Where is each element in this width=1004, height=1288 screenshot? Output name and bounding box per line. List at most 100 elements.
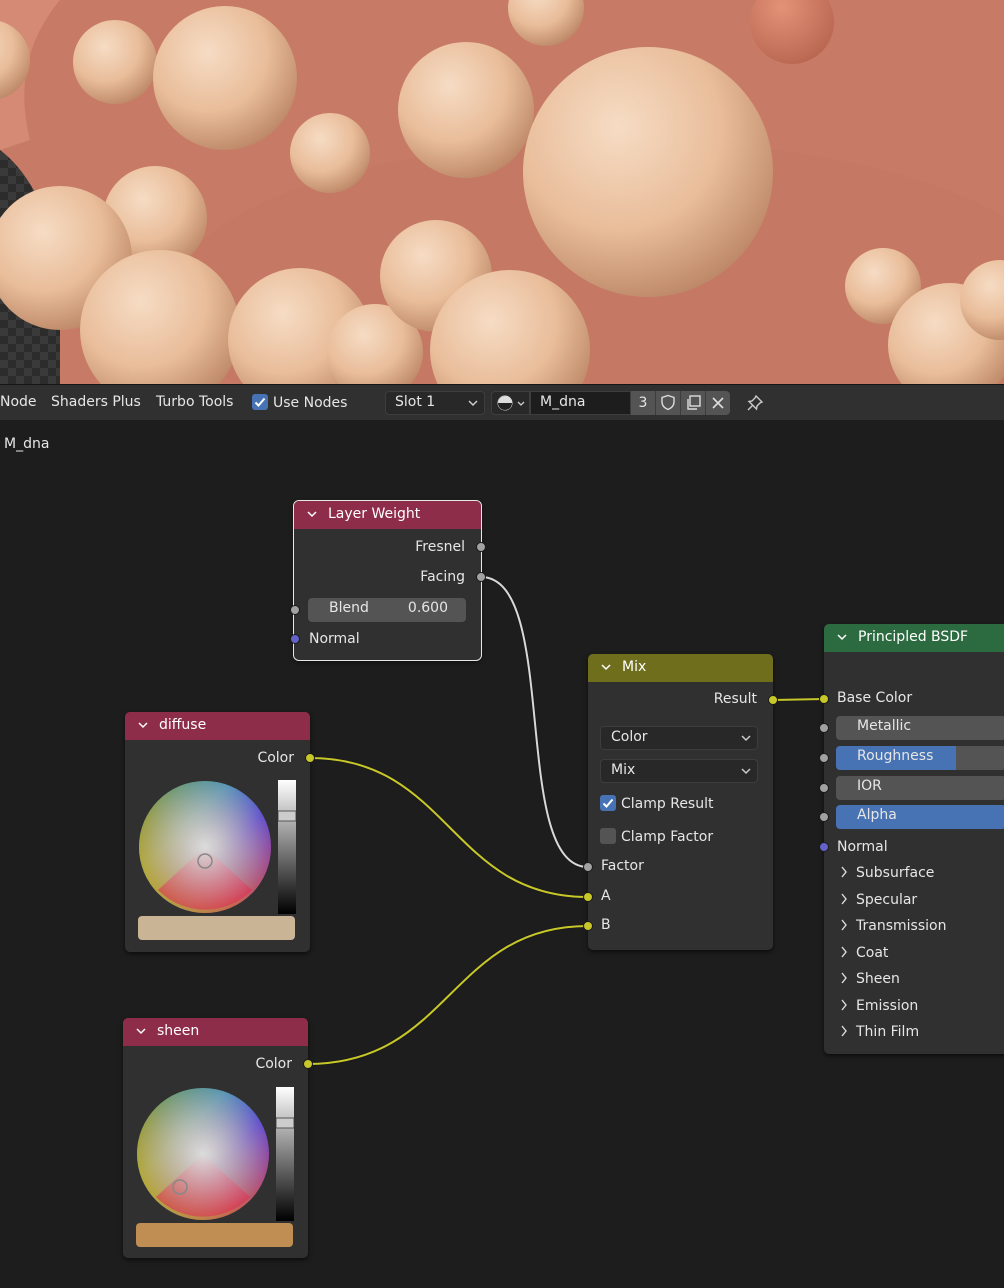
- value-slider[interactable]: [278, 780, 296, 914]
- panel-emission[interactable]: Emission: [840, 998, 918, 1014]
- socket-base-color[interactable]: [819, 694, 829, 704]
- ior-label: IOR: [857, 778, 882, 794]
- chevron-right-icon: [841, 1025, 847, 1037]
- socket-normal[interactable]: [819, 842, 829, 852]
- panel-transmission[interactable]: Transmission: [840, 918, 946, 934]
- metallic-field[interactable]: Metallic: [836, 716, 1004, 740]
- blend-value: 0.600: [407, 600, 448, 616]
- clamp-result-label: Clamp Result: [621, 796, 714, 812]
- value-slider-handle: [278, 810, 296, 822]
- node-header[interactable]: Principled BSDF: [824, 624, 1004, 652]
- input-b-label: B: [601, 917, 611, 933]
- input-normal-label: Normal: [837, 839, 888, 855]
- socket-diffuse-color[interactable]: [305, 753, 315, 763]
- clamp-factor-toggle[interactable]: Clamp Factor: [600, 828, 713, 845]
- color-wheel[interactable]: [136, 1087, 270, 1221]
- color-swatch[interactable]: [138, 916, 295, 940]
- blend-label: Blend: [329, 600, 369, 616]
- node-diffuse[interactable]: diffuse Color: [125, 712, 310, 952]
- blend-field[interactable]: Blend 0.600: [308, 598, 466, 622]
- panel-label: Thin Film: [856, 1024, 920, 1040]
- socket-facing[interactable]: [476, 572, 486, 582]
- clamp-factor-label: Clamp Factor: [621, 829, 714, 845]
- socket-a[interactable]: [583, 892, 593, 902]
- chevron-down-icon: [741, 768, 751, 775]
- checkbox-icon[interactable]: [600, 795, 616, 811]
- chevron-down-icon[interactable]: [306, 508, 318, 520]
- node-header[interactable]: Mix: [588, 654, 773, 682]
- node-principled-bsdf[interactable]: Principled BSDF Base Color Metallic Roug…: [824, 624, 1004, 1054]
- node-header[interactable]: sheen: [123, 1018, 308, 1046]
- input-base-color-label: Base Color: [837, 690, 913, 706]
- output-result-label: Result: [713, 691, 757, 707]
- input-a-label: A: [601, 888, 611, 904]
- data-type-dropdown[interactable]: Color: [600, 726, 758, 750]
- socket-sheen-color[interactable]: [303, 1059, 313, 1069]
- node-title: sheen: [157, 1023, 200, 1039]
- node-header[interactable]: Layer Weight: [294, 501, 481, 529]
- socket-factor[interactable]: [583, 862, 593, 872]
- output-fresnel-label: Fresnel: [415, 539, 465, 555]
- input-factor-label: Factor: [601, 858, 644, 874]
- checkbox-icon[interactable]: [600, 828, 616, 844]
- alpha-field[interactable]: Alpha: [836, 805, 1004, 829]
- panel-subsurface[interactable]: Subsurface: [840, 865, 934, 881]
- panel-label: Coat: [856, 945, 889, 961]
- chevron-down-icon[interactable]: [137, 719, 149, 731]
- chevron-down-icon[interactable]: [836, 631, 848, 643]
- node-title: Mix: [622, 659, 647, 675]
- metallic-label: Metallic: [857, 718, 912, 734]
- panel-specular[interactable]: Specular: [840, 892, 917, 908]
- ior-field[interactable]: IOR: [836, 776, 1004, 800]
- chevron-right-icon: [841, 946, 847, 958]
- node-title: diffuse: [159, 717, 207, 733]
- socket-result[interactable]: [768, 695, 778, 705]
- socket-normal-in[interactable]: [290, 634, 300, 644]
- chevron-down-icon[interactable]: [600, 661, 612, 673]
- panel-coat[interactable]: Coat: [840, 945, 888, 961]
- node-header[interactable]: diffuse: [125, 712, 310, 740]
- chevron-right-icon: [841, 919, 847, 931]
- socket-metallic[interactable]: [819, 723, 829, 733]
- chevron-down-icon[interactable]: [135, 1025, 147, 1037]
- blend-type-value: Mix: [611, 762, 636, 778]
- roughness-label: Roughness: [857, 748, 934, 764]
- panel-sheen[interactable]: Sheen: [840, 971, 900, 987]
- alpha-label: Alpha: [857, 807, 897, 823]
- panel-label: Subsurface: [856, 865, 935, 881]
- socket-alpha[interactable]: [819, 812, 829, 822]
- value-slider[interactable]: [276, 1087, 294, 1221]
- socket-fresnel[interactable]: [476, 542, 486, 552]
- panel-label: Specular: [856, 892, 918, 908]
- socket-ior[interactable]: [819, 783, 829, 793]
- socket-blend[interactable]: [290, 605, 300, 615]
- node-title: Principled BSDF: [858, 629, 969, 645]
- chevron-right-icon: [841, 866, 847, 878]
- blend-type-dropdown[interactable]: Mix: [600, 759, 758, 783]
- node-layer-weight[interactable]: Layer Weight Fresnel Facing Blend 0.600 …: [293, 500, 482, 661]
- link-sheen-to-b: [307, 924, 589, 1066]
- node-sheen[interactable]: sheen Color: [123, 1018, 308, 1258]
- chevron-down-icon: [741, 735, 751, 742]
- data-type-value: Color: [611, 729, 648, 745]
- roughness-field[interactable]: Roughness: [836, 746, 1004, 770]
- chevron-right-icon: [841, 893, 847, 905]
- value-slider-handle: [276, 1117, 294, 1129]
- output-facing-label: Facing: [420, 569, 465, 585]
- panel-label: Transmission: [856, 918, 947, 934]
- panel-label: Sheen: [856, 971, 900, 987]
- panel-thin-film[interactable]: Thin Film: [840, 1024, 919, 1040]
- output-color-label: Color: [255, 1056, 292, 1072]
- node-mix[interactable]: Mix Result Color Mix Clamp Result Clamp …: [588, 654, 773, 950]
- socket-roughness[interactable]: [819, 753, 829, 763]
- node-title: Layer Weight: [328, 506, 421, 522]
- panel-label: Emission: [856, 998, 919, 1014]
- output-color-label: Color: [257, 750, 294, 766]
- input-normal-label: Normal: [309, 631, 360, 647]
- chevron-right-icon: [841, 972, 847, 984]
- clamp-result-toggle[interactable]: Clamp Result: [600, 795, 713, 812]
- chevron-right-icon: [841, 999, 847, 1011]
- color-swatch[interactable]: [136, 1223, 293, 1247]
- color-wheel[interactable]: [138, 780, 272, 914]
- socket-b[interactable]: [583, 921, 593, 931]
